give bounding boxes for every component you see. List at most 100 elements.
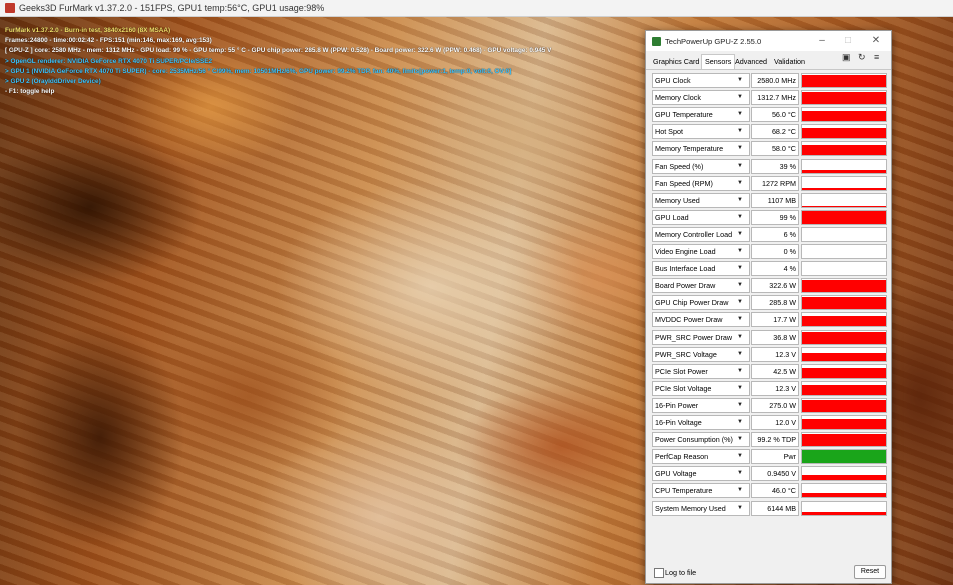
sensor-row: Hot Spot ▼ 68.2 °C (652, 124, 887, 140)
sensor-value: 322.6 W (751, 278, 799, 294)
sensor-value: 12.3 V (751, 346, 799, 362)
sensor-graph-fill (802, 145, 886, 156)
sensor-graph-fill (802, 434, 886, 447)
sensor-row: GPU Chip Power Draw ▼ 285.8 W (652, 295, 887, 311)
sensor-graph-fill (802, 297, 886, 310)
sensor-value: 285.8 W (751, 295, 799, 311)
sensor-graph (801, 466, 887, 482)
chevron-down-icon[interactable]: ▼ (734, 348, 746, 360)
tab-sensors[interactable]: Sensors (701, 54, 736, 69)
sensor-row: Bus Interface Load ▼ 4 % (652, 261, 887, 277)
tab-advanced[interactable]: Advanced (735, 57, 767, 66)
chevron-down-icon[interactable]: ▼ (734, 108, 746, 120)
chevron-down-icon[interactable]: ▼ (734, 467, 746, 479)
gpuz-titlebar[interactable]: TechPowerUp GPU-Z 2.55.0 – □ ✕ (646, 31, 891, 51)
chevron-down-icon[interactable]: ▼ (734, 262, 746, 274)
reset-button[interactable]: Reset (854, 565, 886, 579)
sensor-value: 17.7 W (751, 312, 799, 328)
sensor-graph-fill (802, 92, 886, 105)
sensor-value: 1272 RPM (751, 175, 799, 191)
tab-validation[interactable]: Validation (774, 57, 805, 66)
sensor-graph (801, 107, 887, 123)
chevron-down-icon[interactable]: ▼ (734, 331, 746, 343)
sensor-graph-fill (802, 75, 886, 87)
gpuz-window-title: TechPowerUp GPU-Z 2.55.0 (665, 37, 762, 46)
sensor-graph (801, 415, 887, 430)
camera-icon[interactable]: ▣ (842, 52, 851, 63)
sensor-row: Fan Speed (RPM) ▼ 1272 RPM (652, 175, 887, 191)
sensor-graph (801, 312, 887, 328)
chevron-down-icon[interactable]: ▼ (734, 296, 746, 308)
sensor-value: 99.2 % TDP (751, 432, 799, 448)
sensor-graph-fill (802, 187, 886, 190)
chevron-down-icon[interactable]: ▼ (734, 399, 746, 411)
chevron-down-icon[interactable]: ▼ (734, 91, 746, 103)
sensor-graph-fill (802, 493, 886, 498)
sensor-value: 1312.7 MHz (751, 90, 799, 106)
chevron-down-icon[interactable]: ▼ (734, 211, 746, 223)
minimize-button[interactable]: – (814, 34, 830, 48)
sensor-graph-fill (802, 205, 886, 207)
sensor-value: 56.0 °C (751, 107, 799, 123)
log-to-file-checkbox[interactable] (654, 568, 664, 578)
sensor-value: 99 % (751, 209, 799, 225)
chevron-down-icon[interactable]: ▼ (734, 74, 746, 86)
chevron-down-icon[interactable]: ▼ (734, 142, 746, 154)
sensor-row: Video Engine Load ▼ 0 % (652, 244, 887, 259)
sensor-graph-fill (802, 111, 886, 122)
osd-line-gpu1: > GPU 1 (NVIDIA GeForce RTX 4070 Ti SUPE… (5, 67, 512, 75)
close-button[interactable]: ✕ (868, 34, 884, 48)
chevron-down-icon[interactable]: ▼ (734, 160, 746, 172)
chevron-down-icon[interactable]: ▼ (734, 313, 746, 325)
sensor-graph-fill (802, 419, 886, 429)
furmark-titlebar[interactable]: Geeks3D FurMark v1.37.2.0 - 151FPS, GPU1… (0, 0, 953, 17)
sensor-row: PWR_SRC Power Draw ▼ 36.8 W (652, 329, 887, 345)
sensor-value: 1107 MB (751, 192, 799, 208)
chevron-down-icon[interactable]: ▼ (734, 245, 746, 257)
chevron-down-icon[interactable]: ▼ (734, 382, 746, 394)
sensor-graph (801, 90, 887, 106)
sensor-graph (801, 449, 887, 465)
maximize-button[interactable]: □ (840, 34, 856, 48)
sensor-graph-fill (802, 210, 886, 224)
sensor-graph (801, 175, 887, 191)
chevron-down-icon[interactable]: ▼ (734, 125, 746, 137)
sensor-row: PWR_SRC Voltage ▼ 12.3 V (652, 346, 887, 362)
osd-line-gpuz: [ GPU-Z ] core: 2580 MHz - mem: 1312 MHz… (5, 47, 552, 55)
chevron-down-icon[interactable]: ▼ (734, 365, 746, 377)
sensor-row: Board Power Draw ▼ 322.6 W (652, 278, 887, 294)
chevron-down-icon[interactable]: ▼ (734, 194, 746, 206)
chevron-down-icon[interactable]: ▼ (734, 450, 746, 462)
sensor-graph (801, 380, 887, 396)
tab-graphics-card[interactable]: Graphics Card (653, 57, 699, 66)
chevron-down-icon[interactable]: ▼ (734, 279, 746, 291)
sensor-graph-fill (802, 352, 886, 361)
sensor-graph-fill (802, 367, 886, 378)
gpuz-footer: Log to file Reset (646, 559, 891, 583)
gpuz-logo-icon (652, 37, 661, 46)
osd-line-title: FurMark v1.37.2.0 - Burn-in test, 3840x2… (5, 27, 171, 34)
chevron-down-icon[interactable]: ▼ (734, 177, 746, 189)
chevron-down-icon[interactable]: ▼ (734, 484, 746, 496)
sensor-value: Pwr (751, 449, 799, 465)
osd-line-help: - F1: toggle help (5, 88, 55, 96)
sensor-graph (801, 397, 887, 413)
sensor-graph-fill (802, 384, 886, 395)
sensor-graph (801, 278, 887, 294)
sensor-row: GPU Temperature ▼ 56.0 °C (652, 107, 887, 123)
sensor-row: System Memory Used ▼ 6144 MB (652, 500, 887, 516)
sensor-row: PCIe Slot Voltage ▼ 12.3 V (652, 380, 887, 396)
osd-line-gpu2: > GPU 2 (OrayIddDriver Device) (5, 78, 101, 86)
refresh-icon[interactable]: ↻ (858, 52, 866, 63)
sensor-graph (801, 346, 887, 362)
sensor-value: 0 % (751, 244, 799, 259)
menu-icon[interactable]: ≡ (874, 52, 879, 62)
chevron-down-icon[interactable]: ▼ (734, 228, 746, 240)
chevron-down-icon[interactable]: ▼ (734, 502, 746, 514)
chevron-down-icon[interactable]: ▼ (734, 416, 746, 428)
sensor-value: 12.3 V (751, 380, 799, 396)
log-to-file-label: Log to file (665, 568, 697, 577)
sensor-row: 16-Pin Power ▼ 275.0 W (652, 397, 887, 413)
sensor-graph (801, 158, 887, 174)
chevron-down-icon[interactable]: ▼ (734, 433, 746, 445)
